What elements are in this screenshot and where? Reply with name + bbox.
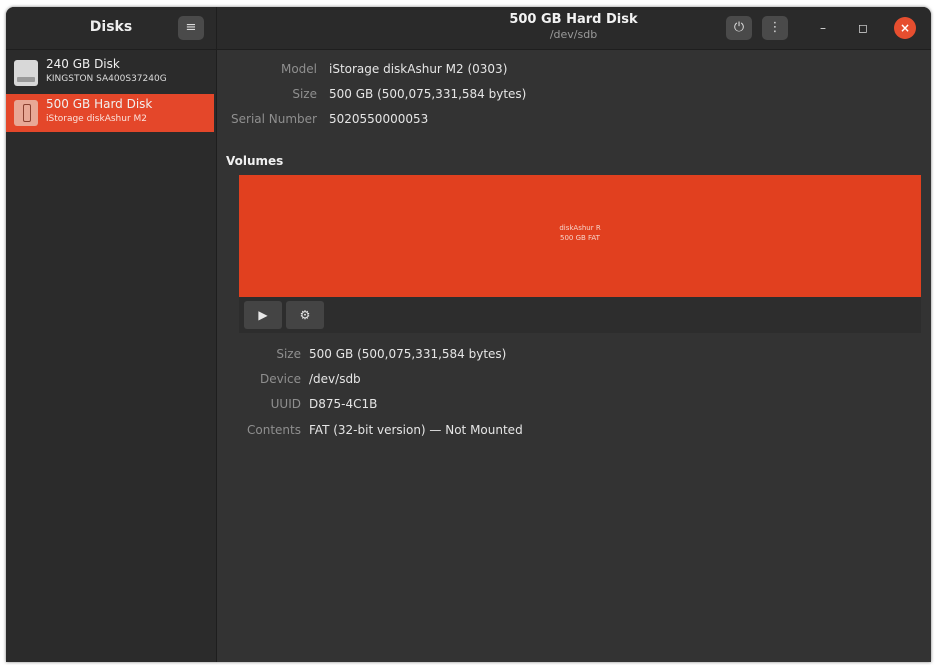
- contents-value: FAT (32-bit version) — Not Mounted: [309, 423, 523, 437]
- close-icon: ×: [899, 21, 911, 35]
- drive-options-button[interactable]: ⋮: [762, 16, 788, 40]
- partition-label: diskAshur R 500 GB FAT: [239, 223, 921, 243]
- disk-name: 240 GB Disk: [46, 57, 120, 71]
- play-icon: ▶: [258, 308, 268, 322]
- uuid-value: D875-4C1B: [309, 397, 378, 411]
- model-label: Model: [280, 62, 317, 76]
- disk-model: KINGSTON SA400S37240G: [46, 74, 167, 84]
- contents-label: Contents: [247, 423, 301, 437]
- volume-toolbar: ▶ ⚙: [239, 297, 921, 333]
- disk-item-500gb[interactable]: 500 GB Hard Disk iStorage diskAshur M2: [6, 94, 214, 132]
- serial-row: Serial Number 5020550000053: [217, 112, 931, 130]
- minimize-button[interactable]: –: [812, 17, 834, 39]
- header-bar: Disks ≡ 500 GB Hard Disk /dev/sdb ⏻ ⋮ – …: [6, 7, 931, 50]
- model-value: iStorage diskAshur M2 (0303): [329, 62, 508, 76]
- partition-size-label: Size: [276, 347, 301, 361]
- serial-label: Serial Number: [231, 112, 317, 126]
- hard-disk-icon: [14, 60, 38, 86]
- maximize-button[interactable]: ◻: [852, 17, 874, 39]
- volumes-heading: Volumes: [226, 154, 284, 168]
- drive-details-panel: Model iStorage diskAshur M2 (0303) Size …: [217, 50, 931, 662]
- disks-window: Disks ≡ 500 GB Hard Disk /dev/sdb ⏻ ⋮ – …: [6, 7, 931, 662]
- device-row: Device /dev/sdb: [217, 372, 931, 390]
- usb-drive-icon: [14, 100, 38, 126]
- mount-button[interactable]: ▶: [244, 301, 282, 329]
- menu-icon: ≡: [185, 20, 197, 35]
- size-row: Size 500 GB (500,075,331,584 bytes): [217, 87, 931, 105]
- disk-list-sidebar: 240 GB Disk KINGSTON SA400S37240G 500 GB…: [6, 50, 217, 662]
- maximize-icon: ◻: [858, 21, 868, 35]
- partition-options-button[interactable]: ⚙: [286, 301, 324, 329]
- uuid-label: UUID: [270, 397, 301, 411]
- partition-desc: 500 GB FAT: [560, 234, 600, 242]
- minimize-icon: –: [820, 21, 826, 35]
- size-label: Size: [292, 87, 317, 101]
- settings-icon: ⚙: [299, 308, 311, 322]
- device-value: /dev/sdb: [309, 372, 361, 386]
- serial-value: 5020550000053: [329, 112, 429, 126]
- size-value: 500 GB (500,075,331,584 bytes): [329, 87, 527, 101]
- partition-name: diskAshur R: [559, 224, 601, 232]
- contents-row: Contents FAT (32-bit version) — Not Moun…: [217, 423, 931, 441]
- sidebar-header: Disks ≡: [6, 7, 217, 49]
- menu-button[interactable]: ≡: [178, 16, 204, 40]
- device-label: Device: [259, 372, 301, 386]
- volume-map: diskAshur R 500 GB FAT: [239, 175, 921, 297]
- uuid-row: UUID D875-4C1B: [217, 397, 931, 415]
- more-options-icon: ⋮: [768, 20, 782, 35]
- partition-size-value: 500 GB (500,075,331,584 bytes): [309, 347, 507, 361]
- disk-model: iStorage diskAshur M2: [46, 114, 147, 124]
- partition-size-row: Size 500 GB (500,075,331,584 bytes): [217, 347, 931, 365]
- power-off-button[interactable]: ⏻: [726, 16, 752, 40]
- partition-block[interactable]: diskAshur R 500 GB FAT: [239, 175, 921, 297]
- close-button[interactable]: ×: [894, 17, 916, 39]
- model-row: Model iStorage diskAshur M2 (0303): [217, 62, 931, 80]
- disk-name: 500 GB Hard Disk: [46, 97, 153, 111]
- power-icon: ⏻: [733, 20, 745, 35]
- disk-item-240gb[interactable]: 240 GB Disk KINGSTON SA400S37240G: [6, 54, 214, 92]
